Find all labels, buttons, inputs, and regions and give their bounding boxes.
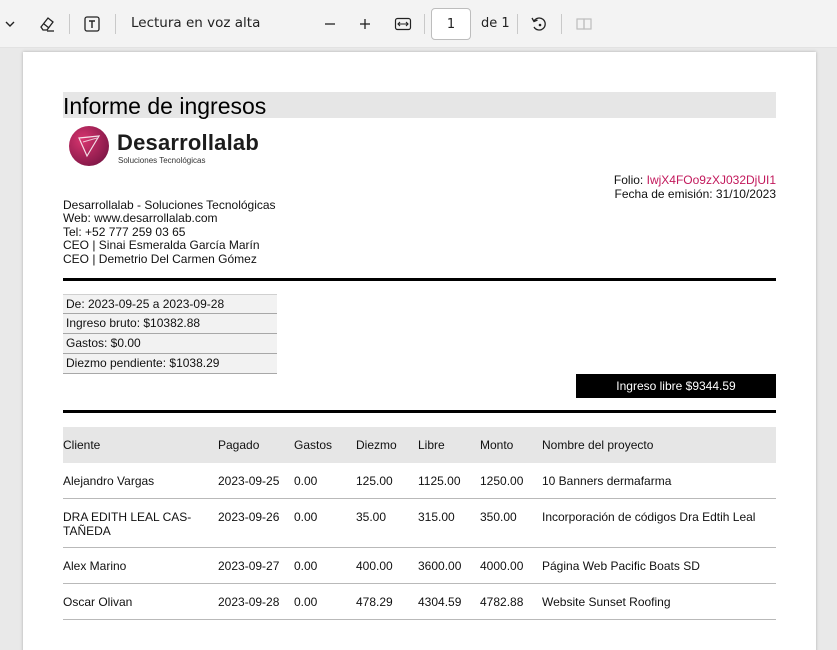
company-ceo: CEO | Demetrio Del Carmen Gómez xyxy=(63,251,257,266)
cell-expenses: 0.00 xyxy=(294,559,318,573)
cell-amount: 4000.00 xyxy=(480,559,524,573)
zoom-in-icon[interactable] xyxy=(355,14,375,34)
cell-client: Alejandro Vargas xyxy=(63,474,155,488)
cell-tithe: 478.29 xyxy=(356,595,393,609)
cell-paid-date: 2023-09-27 xyxy=(218,559,280,573)
company-info: Desarrollalab - Soluciones Tecnológicas … xyxy=(63,198,276,266)
column-header-tithe: Diezmo xyxy=(356,438,397,452)
company-ceo: CEO | Sinai Esmeralda García Marín xyxy=(63,238,260,253)
page-title: Informe de ingresos xyxy=(63,93,267,119)
fit-width-icon[interactable] xyxy=(392,13,414,35)
zoom-out-icon[interactable] xyxy=(320,14,340,34)
logo-icon xyxy=(69,126,109,166)
cell-expenses: 0.00 xyxy=(294,474,318,488)
cell-amount: 4782.88 xyxy=(480,595,524,609)
cell-paid-date: 2023-09-25 xyxy=(218,474,280,488)
toolbar-divider xyxy=(517,14,518,34)
cell-amount: 1250.00 xyxy=(480,474,524,488)
summary-gross-income: Ingreso bruto: $10382.88 xyxy=(63,314,277,334)
column-header-paid-date: Pagado xyxy=(218,438,260,452)
table-header: Cliente Pagado Gastos Diezmo Libre Monto Nombr… xyxy=(63,427,776,463)
cell-net: 1125.00 xyxy=(418,474,461,488)
cell-client: Oscar Olivan xyxy=(63,595,133,609)
eraser-icon[interactable] xyxy=(36,13,58,35)
summary-date-range: De: 2023-09-25 a 2023-09-28 xyxy=(63,294,277,314)
column-header-expenses: Gastos xyxy=(294,438,333,452)
cell-tithe: 400.00 xyxy=(356,559,393,573)
column-header-client: Cliente xyxy=(63,438,101,452)
table-row: DRA EDITH LEAL CAS- TAÑEDA 2023-09-26 0.00… xyxy=(63,499,776,548)
toolbar-divider xyxy=(561,14,562,34)
table-row: Alex Marino 2023-09-27 0.00 400.00 3600.00 40… xyxy=(63,548,776,584)
cell-project-name: Incorporación de códigos Dra Edtih Leal xyxy=(542,510,756,524)
read-aloud-button[interactable]: Lectura en voz alta xyxy=(131,15,260,31)
cell-net: 315.00 xyxy=(418,510,455,524)
two-page-icon[interactable] xyxy=(573,13,595,35)
column-header-amount: Monto xyxy=(480,438,514,452)
column-header-net: Libre xyxy=(418,438,445,452)
cell-amount: 350.00 xyxy=(480,510,517,524)
toolbar-divider xyxy=(424,14,425,34)
company-phone: Tel: +52 777 259 03 65 xyxy=(63,224,186,239)
table-row: Oscar Olivan 2023-09-28 0.00 478.29 4304.59 4… xyxy=(63,584,776,620)
summary-tithe-pending: Diezmo pendiente: $1038.29 xyxy=(63,354,277,374)
cell-tithe: 125.00 xyxy=(356,474,393,488)
summary-box: De: 2023-09-25 a 2023-09-28 Ingreso brut… xyxy=(63,294,277,374)
cell-net: 3600.00 xyxy=(418,559,462,573)
folio-line: Folio: IwjX4FOo9zXJ032DjUI1 xyxy=(614,173,776,187)
cell-tithe: 35.00 xyxy=(356,510,387,524)
document-page: Informe de ingresos Desarrollalab Soluci… xyxy=(23,52,816,650)
cell-client: DRA EDITH LEAL CAS- TAÑEDA xyxy=(63,510,192,538)
cell-project-name: 10 Banners dermafarma xyxy=(542,474,672,488)
table-body: Alejandro Vargas 2023-09-25 0.00 125.00 1125… xyxy=(63,463,776,620)
cell-net: 4304.59 xyxy=(418,595,462,609)
cell-paid-date: 2023-09-26 xyxy=(218,510,280,524)
pdf-toolbar: Lectura en voz alta de 1 xyxy=(0,0,837,48)
chevron-down-icon[interactable] xyxy=(2,14,18,34)
page-total-label: de 1 xyxy=(481,16,510,31)
toolbar-divider xyxy=(115,14,116,34)
divider-rule xyxy=(63,278,776,281)
cell-client: Alex Marino xyxy=(63,559,127,573)
cell-expenses: 0.00 xyxy=(294,510,318,524)
folio-label: Folio: xyxy=(613,173,647,187)
rotate-icon[interactable] xyxy=(528,13,550,35)
cell-paid-date: 2023-09-28 xyxy=(218,595,280,609)
summary-expenses: Gastos: $0.00 xyxy=(63,334,277,354)
cell-project-name: Página Web Pacific Boats SD xyxy=(542,559,700,573)
company-name: Desarrollalab - Soluciones Tecnológicas xyxy=(63,198,276,212)
text-icon[interactable] xyxy=(81,13,103,35)
table-row: Alejandro Vargas 2023-09-25 0.00 125.00 1125… xyxy=(63,463,776,499)
logo-tagline: Soluciones Tecnológicas xyxy=(118,156,206,165)
cell-expenses: 0.00 xyxy=(294,595,318,609)
cell-project-name: Website Sunset Roofing xyxy=(542,595,671,609)
divider-rule xyxy=(63,410,776,413)
folio-value: IwjX4FOo9zXJ032DjUI1 xyxy=(646,173,776,187)
page-number-input[interactable] xyxy=(431,8,471,40)
income-table: Cliente Pagado Gastos Diezmo Libre Monto Nombr… xyxy=(63,427,776,620)
net-income-badge: Ingreso libre $9344.59 xyxy=(576,374,776,398)
logo-name: Desarrollalab xyxy=(117,130,260,155)
company-logo: Desarrollalab Soluciones Tecnológicas xyxy=(69,126,279,168)
company-web: Web: www.desarrollalab.com xyxy=(63,211,218,226)
toolbar-divider xyxy=(69,14,70,34)
column-header-project-name: Nombre del proyecto xyxy=(542,438,654,452)
issue-date: Fecha de emisión: 31/10/2023 xyxy=(614,187,776,201)
